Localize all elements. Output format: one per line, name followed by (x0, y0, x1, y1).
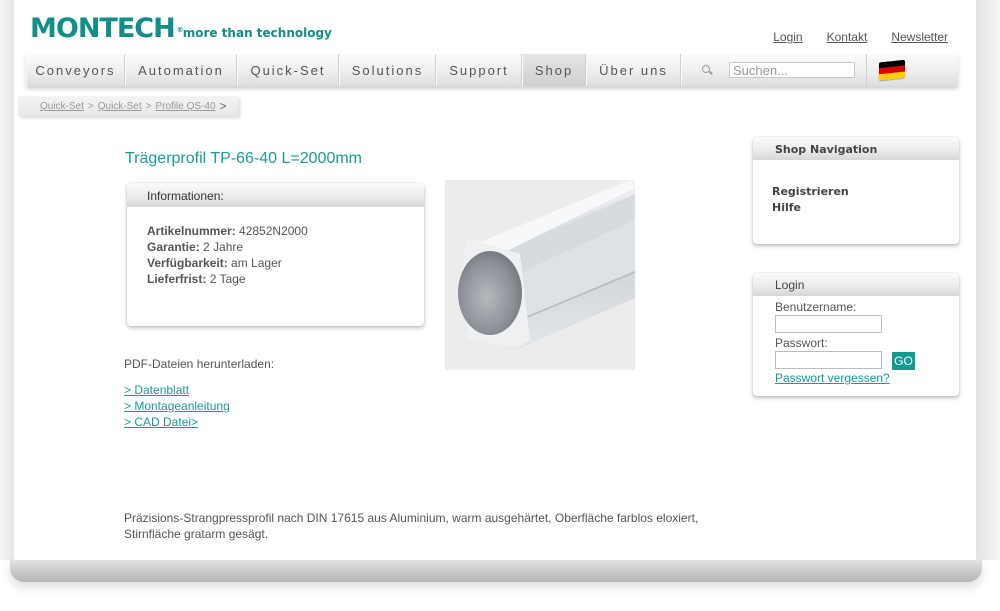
info-value: 42852N2000 (239, 224, 308, 238)
logo-text: MONTECH (30, 13, 176, 44)
pdf-link-datasheet[interactable]: > Datenblatt (124, 382, 230, 398)
info-label: Garantie: (147, 240, 200, 254)
username-label: Benutzername: (775, 300, 857, 314)
logo[interactable]: MONTECH ® more than technology (30, 14, 332, 44)
shop-navigation-box: Shop Navigation Registrieren Hilfe (753, 137, 959, 244)
nav-item-automation[interactable]: Automation (125, 54, 237, 86)
breadcrumb: Quick-Set > Quick-Set > Profile QS-40 > (18, 96, 238, 116)
info-box-body: Artikelnummer: 42852N2000 Garantie: 2 Ja… (127, 207, 424, 287)
pdf-link-cad-file[interactable]: > CAD Datei> (124, 414, 230, 430)
main-nav: Conveyors Automation Quick-Set Solutions… (26, 54, 958, 86)
logo-tagline: more than technology (182, 26, 332, 40)
login-go-button[interactable]: GO (892, 352, 915, 370)
product-title: Trägerprofil TP-66-40 L=2000mm (125, 150, 362, 167)
login-form: Benutzername: Passwort: GO Passwort verg… (753, 296, 959, 385)
info-value: 2 Jahre (203, 240, 244, 254)
flag-stripe-gold (879, 71, 905, 81)
registered-mark: ® (176, 26, 184, 34)
info-box-header: Informationen: (127, 183, 424, 207)
top-link-login[interactable]: Login (773, 30, 802, 44)
page-shadow-right (976, 0, 1000, 560)
aluminium-profile-illustration (458, 180, 635, 350)
top-link-kontakt[interactable]: Kontakt (827, 30, 868, 44)
pdf-links: > Datenblatt > Montageanleitung > CAD Da… (124, 382, 230, 430)
page-shadow-left (0, 0, 14, 560)
username-input[interactable] (775, 315, 882, 333)
nav-item-conveyors[interactable]: Conveyors (26, 54, 125, 86)
pdf-link-assembly-instructions[interactable]: > Montageanleitung (124, 398, 230, 414)
product-image[interactable] (445, 180, 635, 370)
breadcrumb-item[interactable]: Quick-Set (40, 101, 84, 112)
nav-search (681, 54, 867, 86)
info-value: am Lager (231, 256, 282, 270)
top-link-newsletter[interactable]: Newsletter (891, 30, 948, 44)
info-row-article-number: Artikelnummer: 42852N2000 (147, 223, 424, 239)
breadcrumb-item[interactable]: Profile QS-40 (156, 101, 216, 112)
password-row: GO (775, 350, 959, 372)
info-label: Lieferfrist: (147, 272, 207, 286)
info-label: Artikelnummer: (147, 224, 236, 238)
shop-navigation-links: Registrieren Hilfe (753, 160, 959, 216)
logo-wordmark: MONTECH ® (30, 13, 184, 44)
password-input[interactable] (775, 351, 882, 369)
info-row-delivery-time: Lieferfrist: 2 Tage (147, 271, 424, 287)
language-selector[interactable] (867, 54, 958, 86)
product-description: Präzisions-Strangpressprofil nach DIN 17… (124, 511, 699, 541)
shop-nav-register-link[interactable]: Registrieren (772, 184, 959, 200)
info-value: 2 Tage (209, 272, 246, 286)
top-links: Login Kontakt Newsletter (773, 30, 948, 44)
search-icon[interactable] (702, 64, 713, 76)
info-row-availability: Verfügbarkeit: am Lager (147, 255, 424, 271)
info-box: Informationen: Artikelnummer: 42852N2000… (127, 183, 424, 326)
breadcrumb-separator: > (145, 100, 152, 112)
breadcrumb-item[interactable]: Quick-Set (98, 101, 142, 112)
nav-item-ueber-uns[interactable]: Über uns (586, 54, 681, 86)
forgot-password-link[interactable]: Passwort vergessen? (775, 371, 959, 385)
login-header: Login (753, 273, 959, 296)
login-box: Login Benutzername: Passwort: GO Passwor… (753, 273, 959, 396)
password-label: Passwort: (775, 336, 828, 350)
nav-item-shop[interactable]: Shop (522, 54, 586, 86)
info-row-warranty: Garantie: 2 Jahre (147, 239, 424, 255)
nav-item-support[interactable]: Support (436, 54, 522, 86)
shop-navigation-header: Shop Navigation (753, 137, 959, 160)
pdf-downloads-label: PDF-Dateien herunterladen: (124, 357, 275, 371)
search-input[interactable] (729, 62, 855, 78)
german-flag-icon[interactable] (879, 59, 905, 81)
nav-item-solutions[interactable]: Solutions (339, 54, 436, 86)
shop-nav-help-link[interactable]: Hilfe (772, 200, 959, 216)
nav-item-quick-set[interactable]: Quick-Set (237, 54, 339, 86)
info-label: Verfügbarkeit: (147, 256, 228, 270)
breadcrumb-separator: > (87, 100, 94, 112)
page-footer-bar (10, 558, 982, 582)
breadcrumb-separator: > (219, 99, 227, 113)
